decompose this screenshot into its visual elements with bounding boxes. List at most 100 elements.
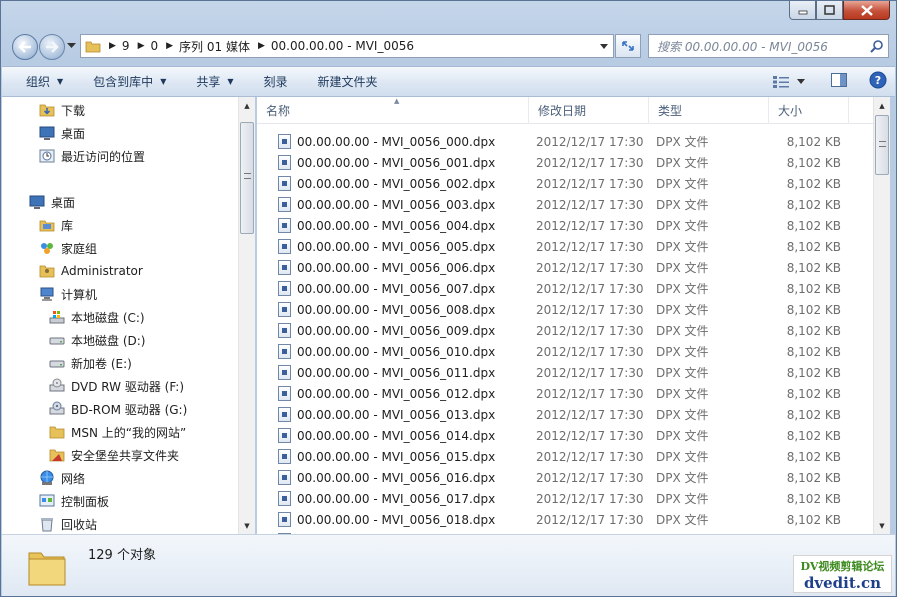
nav-item[interactable]: 最近访问的位置 bbox=[39, 145, 145, 167]
include-in-library-button[interactable]: 包含到库中 ▼ bbox=[75, 67, 178, 96]
caption-buttons bbox=[789, 1, 890, 20]
file-row[interactable]: 00.00.00.00 - MVI_0056_000.dpx 2012/12/17… bbox=[257, 131, 873, 152]
nav-item-label: DVD RW 驱动器 (F:) bbox=[71, 379, 185, 394]
column-header-size[interactable]: 大小 bbox=[769, 97, 849, 124]
nav-item[interactable]: 桌面 bbox=[39, 122, 85, 144]
breadcrumb-item[interactable]: 0 bbox=[150, 39, 158, 53]
column-header-type[interactable]: 类型 bbox=[649, 97, 769, 124]
nav-scrollbar[interactable]: ▲ ▼ bbox=[238, 97, 255, 534]
minimize-button[interactable] bbox=[789, 1, 816, 20]
file-row[interactable]: 00.00.00.00 - MVI_0056_015.dpx 2012/12/17… bbox=[257, 446, 873, 467]
file-name: 00.00.00.00 - MVI_0056_011.dpx bbox=[297, 365, 496, 380]
breadcrumb-separator-icon[interactable]: ▶ bbox=[166, 41, 173, 51]
new-folder-button[interactable]: 新建文件夹 bbox=[300, 67, 390, 96]
file-row[interactable]: 00.00.00.00 - MVI_0056_001.dpx 2012/12/17… bbox=[257, 152, 873, 173]
nav-item[interactable]: 计算机 bbox=[39, 283, 97, 305]
nav-item[interactable]: 安全堡垒共享文件夹 bbox=[49, 444, 179, 466]
file-list-scrollbar[interactable]: ▲ ▼ bbox=[873, 97, 890, 534]
scroll-up-arrow-icon[interactable]: ▲ bbox=[874, 97, 890, 114]
breadcrumb-separator-icon[interactable]: ▶ bbox=[258, 41, 265, 51]
file-type: DPX 文件 bbox=[656, 492, 709, 506]
breadcrumb-item[interactable]: 9 bbox=[122, 39, 130, 53]
column-headers: 名称 修改日期 类型 大小 bbox=[257, 97, 873, 124]
file-name-cell: 00.00.00.00 - MVI_0056_003.dpx bbox=[278, 197, 495, 212]
include-in-library-label: 包含到库中 bbox=[93, 75, 154, 89]
dpx-file-icon bbox=[278, 155, 291, 170]
nav-item[interactable]: DVD RW 驱动器 (F:) bbox=[49, 375, 184, 397]
file-row[interactable]: 00.00.00.00 - MVI_0056_002.dpx 2012/12/17… bbox=[257, 173, 873, 194]
chevron-down-icon: ▼ bbox=[227, 77, 234, 86]
recycle-bin-icon bbox=[39, 516, 55, 532]
file-row[interactable]: 00.00.00.00 - MVI_0056_013.dpx 2012/12/17… bbox=[257, 404, 873, 425]
address-bar[interactable]: ▶ 9 ▶ 0 ▶ 序列 01 媒体 ▶ 00.00.00.00 - MVI_0… bbox=[80, 34, 614, 58]
nav-item[interactable]: 新加卷 (E:) bbox=[49, 352, 132, 374]
breadcrumb-item[interactable]: 序列 01 媒体 bbox=[179, 38, 250, 55]
nav-item[interactable]: 桌面 bbox=[29, 191, 75, 213]
file-row[interactable]: 00.00.00.00 - MVI_0056_006.dpx 2012/12/17… bbox=[257, 257, 873, 278]
share-button[interactable]: 共享 ▼ bbox=[178, 67, 245, 96]
file-row[interactable]: 00.00.00.00 - MVI_0056_007.dpx 2012/12/17… bbox=[257, 278, 873, 299]
refresh-button[interactable] bbox=[615, 34, 641, 58]
close-button[interactable] bbox=[843, 1, 890, 20]
file-row[interactable]: 00.00.00.00 - MVI_0056_009.dpx 2012/12/17… bbox=[257, 320, 873, 341]
network-icon bbox=[39, 470, 55, 486]
nav-item[interactable]: 下载 bbox=[39, 99, 85, 121]
file-row[interactable]: 00.00.00.00 - MVI_0056_010.dpx 2012/12/17… bbox=[257, 341, 873, 362]
file-row[interactable]: 00.00.00.00 - MVI_0056_014.dpx 2012/12/17… bbox=[257, 425, 873, 446]
nav-item[interactable]: BD-ROM 驱动器 (G:) bbox=[49, 398, 187, 420]
column-header-date[interactable]: 修改日期 bbox=[529, 97, 649, 124]
nav-item[interactable]: Administrator bbox=[39, 260, 143, 282]
file-row[interactable]: 00.00.00.00 - MVI_0056_003.dpx 2012/12/17… bbox=[257, 194, 873, 215]
address-dropdown-button[interactable] bbox=[595, 35, 613, 57]
file-row[interactable]: 00.00.00.00 - MVI_0056_011.dpx 2012/12/17… bbox=[257, 362, 873, 383]
forward-button[interactable] bbox=[39, 34, 65, 60]
scroll-up-arrow-icon[interactable]: ▲ bbox=[239, 97, 255, 114]
maximize-button[interactable] bbox=[816, 1, 843, 20]
file-type: DPX 文件 bbox=[656, 513, 709, 527]
nav-item[interactable]: 网络 bbox=[39, 467, 85, 489]
search-input[interactable]: 搜索 00.00.00.00 - MVI_0056 bbox=[648, 34, 889, 58]
nav-item[interactable]: 回收站 bbox=[39, 513, 97, 534]
nav-item-label: 安全堡垒共享文件夹 bbox=[71, 448, 180, 463]
file-type: DPX 文件 bbox=[656, 198, 709, 212]
breadcrumb-separator-icon[interactable]: ▶ bbox=[109, 41, 116, 51]
file-size: 8,102 KB bbox=[786, 281, 841, 296]
scroll-down-arrow-icon[interactable]: ▼ bbox=[874, 517, 890, 534]
file-name-cell: 00.00.00.00 - MVI_0056_001.dpx bbox=[278, 155, 495, 170]
search-icon[interactable] bbox=[870, 39, 884, 53]
nav-item[interactable]: 控制面板 bbox=[39, 490, 109, 512]
back-button[interactable] bbox=[12, 34, 38, 60]
scroll-down-arrow-icon[interactable]: ▼ bbox=[239, 517, 255, 534]
folder-icon bbox=[28, 552, 66, 586]
file-row[interactable]: 00.00.00.00 - MVI_0056_005.dpx 2012/12/17… bbox=[257, 236, 873, 257]
drive-icon bbox=[49, 355, 65, 371]
recent-pages-dropdown[interactable] bbox=[67, 43, 76, 49]
file-list-scroll-thumb[interactable] bbox=[875, 115, 889, 175]
file-type: DPX 文件 bbox=[656, 450, 709, 464]
change-view-button[interactable] bbox=[773, 75, 805, 88]
file-row[interactable]: 00.00.00.00 - MVI_0056_018.dpx 2012/12/17… bbox=[257, 509, 873, 530]
details-pane: 129 个对象 bbox=[2, 534, 895, 596]
nav-item[interactable]: 库 bbox=[39, 214, 73, 236]
nav-item[interactable]: 家庭组 bbox=[39, 237, 97, 259]
close-icon bbox=[860, 4, 873, 16]
burn-button[interactable]: 刻录 bbox=[246, 67, 300, 96]
file-row[interactable]: 00.00.00.00 - MVI_0056_016.dpx 2012/12/17… bbox=[257, 467, 873, 488]
nav-item[interactable]: MSN 上的“我的网站” bbox=[49, 421, 186, 443]
file-row[interactable]: 00.00.00.00 - MVI_0056_012.dpx 2012/12/17… bbox=[257, 383, 873, 404]
nav-item[interactable]: 本地磁盘 (D:) bbox=[49, 329, 145, 351]
preview-pane-button[interactable] bbox=[831, 73, 847, 90]
breadcrumb-separator-icon[interactable]: ▶ bbox=[138, 41, 145, 51]
organize-button[interactable]: 组织 ▼ bbox=[2, 67, 75, 96]
nav-item[interactable]: 本地磁盘 (C:) bbox=[49, 306, 145, 328]
file-row[interactable]: 00.00.00.00 - MVI_0056_008.dpx 2012/12/17… bbox=[257, 299, 873, 320]
dpx-file-icon bbox=[278, 218, 291, 233]
column-header-name[interactable]: 名称 bbox=[257, 97, 529, 124]
file-row[interactable]: 00.00.00.00 - MVI_0056_017.dpx 2012/12/17… bbox=[257, 488, 873, 509]
help-button[interactable]: ? bbox=[869, 71, 887, 92]
share-label: 共享 bbox=[196, 75, 221, 89]
folder-icon bbox=[49, 424, 65, 440]
file-row[interactable]: 00.00.00.00 - MVI_0056_004.dpx 2012/12/17… bbox=[257, 215, 873, 236]
breadcrumb-item[interactable]: 00.00.00.00 - MVI_0056 bbox=[271, 39, 414, 53]
nav-scroll-thumb[interactable] bbox=[240, 122, 254, 234]
